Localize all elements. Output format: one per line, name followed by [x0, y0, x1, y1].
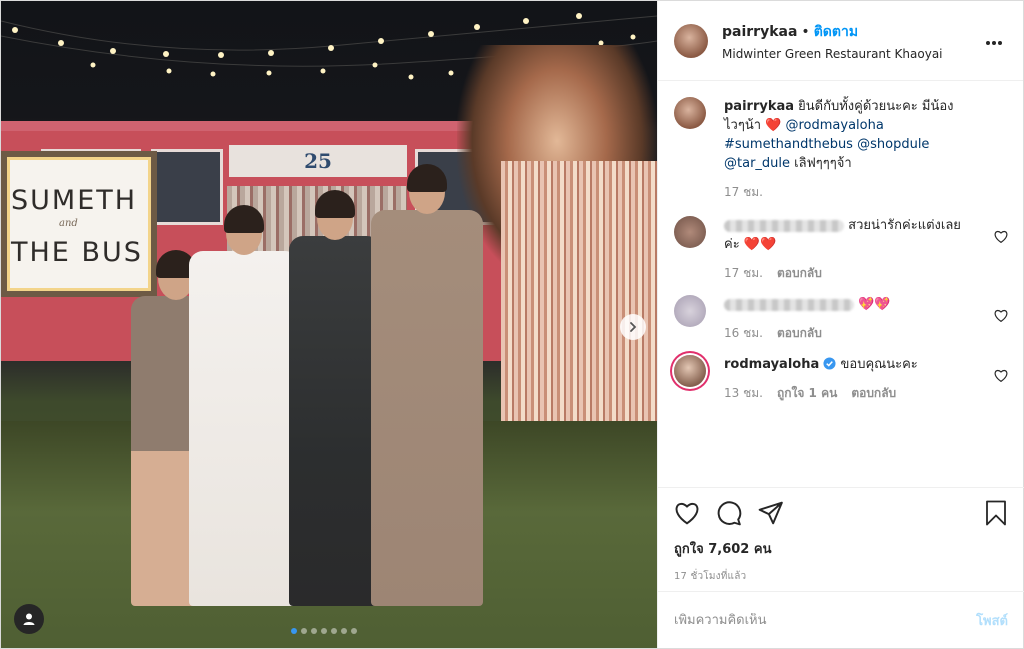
like-comment-button[interactable]	[994, 367, 1008, 386]
caption-text: pairrykaa ยินดีกับทั้งคู่ด้วยนะคะ มีน้อง…	[724, 97, 974, 173]
comment-item: 💖💖 16 ชม. ตอบกลับ	[674, 295, 1008, 343]
comment-input[interactable]	[674, 612, 977, 628]
carousel-dot	[291, 628, 297, 634]
avatar[interactable]	[674, 355, 706, 387]
next-photo-button[interactable]	[620, 314, 646, 340]
heart-outline-icon	[675, 502, 699, 525]
likes-count[interactable]: ถูกใจ 7,602 คน	[674, 538, 1008, 559]
avatar[interactable]	[674, 295, 706, 327]
caption: pairrykaa ยินดีกับทั้งคู่ด้วยนะคะ มีน้อง…	[674, 97, 1008, 202]
post-photo[interactable]: 25 SUMETH and THE BUS	[1, 1, 657, 648]
comment-text: ขอบคุณนะคะ	[840, 357, 918, 372]
person-bride	[189, 205, 299, 606]
sign-line-3: THE BUS	[11, 237, 143, 268]
comment-time[interactable]: 17 ชม.	[724, 183, 763, 202]
comment-time[interactable]: 13 ชม.	[724, 384, 763, 403]
mention-link[interactable]: @shopdule	[857, 137, 929, 152]
post-header: pairrykaa • ติดตาม Midwinter Green Resta…	[658, 1, 1023, 81]
heart-emoji: ❤️	[765, 118, 782, 133]
heart-outline-icon	[994, 230, 1008, 244]
carousel-dot	[301, 628, 307, 634]
sign-line-1: SUMETH	[11, 185, 138, 216]
caption-body-end: เลิฟๆๆๆจ้า	[794, 156, 852, 171]
verified-badge-icon	[823, 357, 836, 370]
carousel-dot	[341, 628, 347, 634]
like-button[interactable]	[674, 501, 700, 525]
reply-button[interactable]: ตอบกลับ	[777, 324, 822, 343]
user-icon	[23, 613, 35, 625]
post-timestamp[interactable]: 17 ชั่วโมงที่แล้ว	[674, 569, 1008, 584]
heart-outline-icon	[994, 369, 1008, 383]
caption-username[interactable]: pairrykaa	[724, 99, 794, 114]
carousel-dot	[331, 628, 337, 634]
carousel-dot	[351, 628, 357, 634]
mention-link[interactable]: @rodmayaloha	[785, 118, 883, 133]
instagram-post: 25 SUMETH and THE BUS pairrykaa • ติดตาม…	[0, 0, 1024, 649]
more-options-button[interactable]	[981, 27, 1007, 54]
mention-link[interactable]: @tar_dule	[724, 156, 790, 171]
comment-button[interactable]	[716, 500, 742, 526]
separator: •	[801, 23, 810, 40]
reply-button[interactable]: ตอบกลับ	[777, 264, 822, 283]
follow-button[interactable]: ติดตาม	[814, 21, 858, 43]
location-link[interactable]: Midwinter Green Restaurant Khaoyai	[722, 47, 981, 61]
tagged-users-button[interactable]	[14, 604, 44, 634]
avatar[interactable]	[674, 216, 706, 248]
comment-time[interactable]: 17 ชม.	[724, 264, 763, 283]
like-comment-button[interactable]	[994, 307, 1008, 326]
header-username[interactable]: pairrykaa	[722, 24, 797, 40]
chevron-right-icon	[630, 322, 637, 332]
comment-likes[interactable]: ถูกใจ 1 คน	[777, 384, 837, 403]
comments-list: pairrykaa ยินดีกับทั้งคู่ด้วยนะคะ มีน้อง…	[658, 81, 1024, 487]
share-button[interactable]	[758, 501, 784, 525]
ribbon-backdrop	[501, 161, 657, 421]
paper-plane-icon	[758, 501, 783, 525]
heart-outline-icon	[994, 309, 1008, 323]
save-button[interactable]	[984, 500, 1008, 526]
person-4	[371, 164, 483, 606]
blurred-username	[724, 298, 854, 311]
post-comment-button[interactable]: โพสต์	[976, 610, 1008, 631]
more-horizontal-icon	[986, 41, 1002, 45]
carousel-dot	[311, 628, 317, 634]
avatar[interactable]	[674, 97, 706, 129]
carousel-dot	[321, 628, 327, 634]
bookmark-icon	[986, 500, 1006, 526]
blurred-username	[724, 219, 844, 232]
add-comment-bar: โพสต์	[658, 591, 1024, 648]
hashtag-link[interactable]: #sumethandthebus	[724, 137, 853, 152]
comment-item: rodmayaloha ขอบคุณนะคะ 13 ชม. ถูกใจ 1 คน…	[674, 355, 1008, 403]
comment-username[interactable]: rodmayaloha	[724, 357, 819, 372]
comment-item: สวยน่ารักค่ะแต่งเลยค่ะ ❤️❤️ 17 ชม. ตอบกล…	[674, 216, 1008, 283]
comment-text: 💖💖	[858, 297, 891, 312]
comment-icon	[717, 501, 742, 526]
post-side-panel: pairrykaa • ติดตาม Midwinter Green Resta…	[657, 1, 1024, 648]
comment-time[interactable]: 16 ชม.	[724, 324, 763, 343]
like-comment-button[interactable]	[994, 228, 1008, 247]
reply-button[interactable]: ตอบกลับ	[851, 384, 896, 403]
carousel-indicator	[291, 628, 357, 634]
person-groom	[289, 190, 381, 606]
avatar[interactable]	[674, 23, 708, 58]
sign-line-2: and	[59, 218, 78, 229]
post-actions: ถูกใจ 7,602 คน 17 ชั่วโมงที่แล้ว	[658, 487, 1024, 584]
